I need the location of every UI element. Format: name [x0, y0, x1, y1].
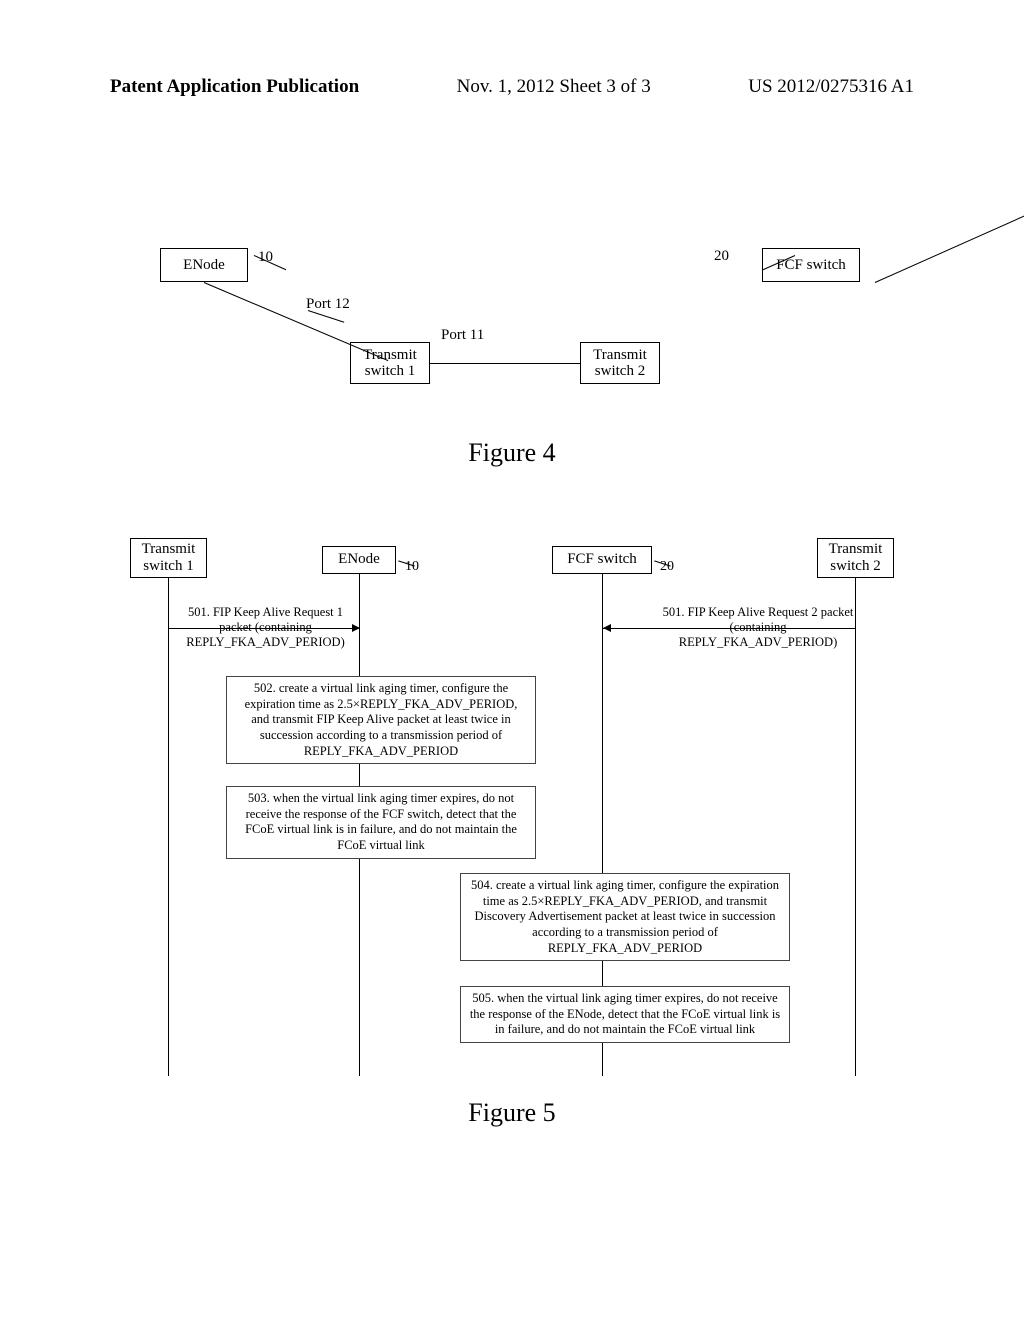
step-504-box: 504. create a virtual link aging timer, …	[460, 873, 790, 961]
figure-5-caption: Figure 5	[0, 1098, 1024, 1128]
enode-box: ENode	[160, 248, 248, 282]
port-11-label: Port 11	[441, 327, 484, 344]
arrowhead-right-icon	[352, 624, 360, 632]
port-12-label: Port 12	[306, 296, 350, 313]
page-header: Patent Application Publication Nov. 1, 2…	[110, 76, 914, 98]
arrow-501-right	[603, 628, 855, 629]
link-ts1-ts2	[430, 363, 580, 364]
link-enode-ts1	[204, 282, 388, 361]
figure-5: Transmit switch 1 ENode FCF switch Trans…	[130, 538, 900, 1078]
figure-4: ENode FCF switch Transmit switch 1 Trans…	[160, 248, 860, 448]
reference-label-10: 10	[405, 559, 419, 575]
step-505-box: 505. when the virtual link aging timer e…	[460, 986, 790, 1043]
header-mid: Nov. 1, 2012 Sheet 3 of 3	[457, 76, 651, 98]
figure-4-caption: Figure 4	[0, 438, 1024, 468]
transmit-switch-2-box: Transmit switch 2	[580, 342, 660, 384]
arrowhead-left-icon	[603, 624, 611, 632]
header-left: Patent Application Publication	[110, 76, 359, 98]
fcf-switch-box: FCF switch	[762, 248, 860, 282]
fcf-switch-box: FCF switch	[552, 546, 652, 574]
step-503-box: 503. when the virtual link aging timer e…	[226, 786, 536, 859]
step-502-box: 502. create a virtual link aging timer, …	[226, 676, 536, 764]
reference-label-20: 20	[660, 559, 674, 575]
transmit-switch-2-box: Transmit switch 2	[817, 538, 894, 578]
reference-label-20: 20	[714, 248, 729, 265]
enode-box: ENode	[322, 546, 396, 574]
lifeline-ts2	[855, 578, 856, 1076]
link-fcf-ts2	[875, 195, 1024, 283]
arrow-501-left	[169, 628, 359, 629]
transmit-switch-1-box: Transmit switch 1	[130, 538, 207, 578]
lifeline-ts1	[168, 578, 169, 1076]
header-right: US 2012/0275316 A1	[748, 76, 914, 98]
